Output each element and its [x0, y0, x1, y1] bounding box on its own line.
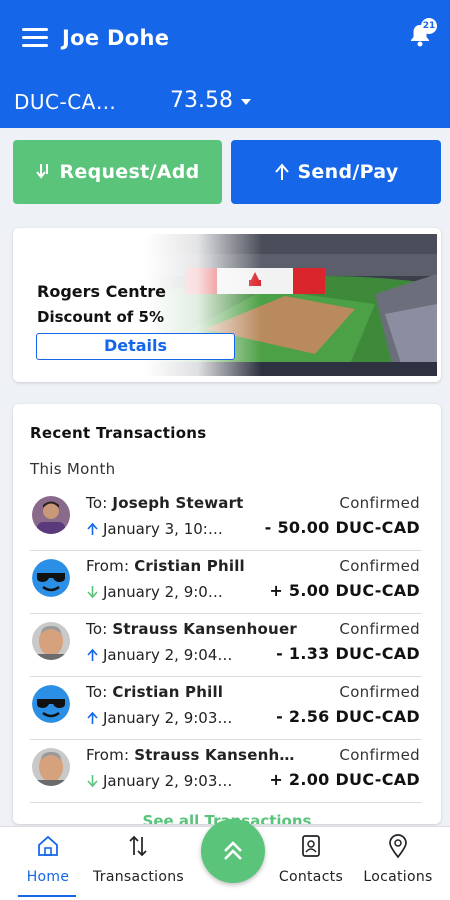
transaction-amount: + 2.00 DUC-CAD: [269, 770, 420, 789]
arrow-up-icon: [275, 163, 290, 180]
nav-transactions-label: Transactions: [93, 869, 184, 885]
nav-contacts-label: Contacts: [278, 869, 344, 885]
transaction-date: January 2, 9:03…: [86, 709, 232, 727]
double-chevron-up-icon: [224, 841, 242, 860]
arrow-down-icon: [36, 164, 49, 179]
arrow-down-icon: [87, 586, 98, 599]
transaction-row[interactable]: From: Cristian Phill January 2, 9:0… Con…: [30, 551, 422, 614]
transaction-status: Confirmed: [339, 557, 420, 575]
nav-transactions[interactable]: Transactions: [93, 833, 184, 893]
request-add-label: Request/Add: [59, 161, 200, 183]
nav-home[interactable]: Home: [3, 833, 93, 897]
transaction-row[interactable]: To: Strauss Kansenhouer January 2, 9:04……: [30, 614, 422, 677]
app-header: Joe Dohe 21 DUC-CA… 73.58: [0, 0, 450, 128]
location-pin-icon: [389, 834, 407, 859]
menu-icon[interactable]: [22, 28, 48, 48]
transaction-status: Confirmed: [339, 620, 420, 638]
nav-home-label: Home: [26, 869, 70, 885]
avatar: [32, 748, 70, 786]
transaction-party: To: Strauss Kansenhouer: [86, 620, 297, 638]
send-pay-label: Send/Pay: [297, 161, 399, 183]
transaction-amount: + 5.00 DUC-CAD: [269, 581, 420, 600]
recent-transactions-heading: Recent Transactions: [30, 424, 207, 442]
transaction-status: Confirmed: [339, 746, 420, 764]
avatar: [32, 622, 70, 660]
notifications-button[interactable]: 21: [408, 18, 437, 50]
transaction-date: January 3, 10:…: [86, 520, 223, 538]
home-icon: [38, 835, 58, 856]
avatar-emoji: [32, 685, 70, 723]
arrow-down-icon: [87, 775, 98, 788]
transaction-row[interactable]: To: Joseph Stewart January 3, 10:… Confi…: [30, 488, 422, 551]
app-screen: Joe Dohe 21 DUC-CA… 73.58 Request/Add Se…: [0, 0, 450, 900]
promo-card[interactable]: Rogers Centre Discount of 5% Details: [13, 228, 441, 382]
arrow-up-icon: [87, 522, 98, 535]
transfer-arrows-icon: [129, 835, 147, 857]
nav-locations[interactable]: Locations: [353, 833, 443, 893]
period-label: This Month: [30, 460, 116, 478]
expand-menu-button[interactable]: [201, 819, 265, 883]
transaction-date: January 2, 9:03…: [86, 772, 232, 790]
transaction-amount: - 2.56 DUC-CAD: [276, 707, 420, 726]
avatar: [32, 496, 70, 534]
transaction-status: Confirmed: [339, 683, 420, 701]
recent-transactions-card: Recent Transactions This Month To: Josep…: [13, 404, 441, 824]
nav-contacts[interactable]: Contacts: [266, 833, 356, 893]
transaction-party: From: Strauss Kansenh…: [86, 746, 295, 764]
arrow-up-icon: [87, 648, 98, 661]
transaction-row[interactable]: To: Cristian Phill January 2, 9:03… Conf…: [30, 677, 422, 740]
notification-count-badge: 21: [421, 18, 437, 34]
transaction-status: Confirmed: [339, 494, 420, 512]
transaction-party: From: Cristian Phill: [86, 557, 245, 575]
nav-locations-label: Locations: [363, 869, 433, 885]
avatar-emoji: [32, 559, 70, 597]
promo-title: Rogers Centre: [37, 282, 166, 301]
send-pay-button[interactable]: Send/Pay: [231, 140, 441, 204]
transaction-party: To: Joseph Stewart: [86, 494, 244, 512]
caret-down-icon: [240, 98, 251, 105]
balance-value: 73.58: [170, 88, 233, 113]
transaction-amount: - 1.33 DUC-CAD: [276, 644, 420, 663]
details-button[interactable]: Details: [36, 333, 235, 360]
promo-subtitle: Discount of 5%: [37, 308, 164, 326]
user-name: Joe Dohe: [62, 26, 170, 50]
balance-selector[interactable]: 73.58: [170, 88, 251, 113]
request-add-button[interactable]: Request/Add: [13, 140, 222, 204]
transaction-date: January 2, 9:0…: [86, 583, 223, 601]
contacts-icon: [302, 835, 320, 857]
currency-selector[interactable]: DUC-CA…: [14, 90, 116, 114]
transaction-party: To: Cristian Phill: [86, 683, 224, 701]
transaction-row[interactable]: From: Strauss Kansenh… January 2, 9:03… …: [30, 740, 422, 803]
transaction-date: January 2, 9:04…: [86, 646, 232, 664]
transaction-amount: - 50.00 DUC-CAD: [264, 518, 420, 537]
arrow-up-icon: [87, 711, 98, 724]
